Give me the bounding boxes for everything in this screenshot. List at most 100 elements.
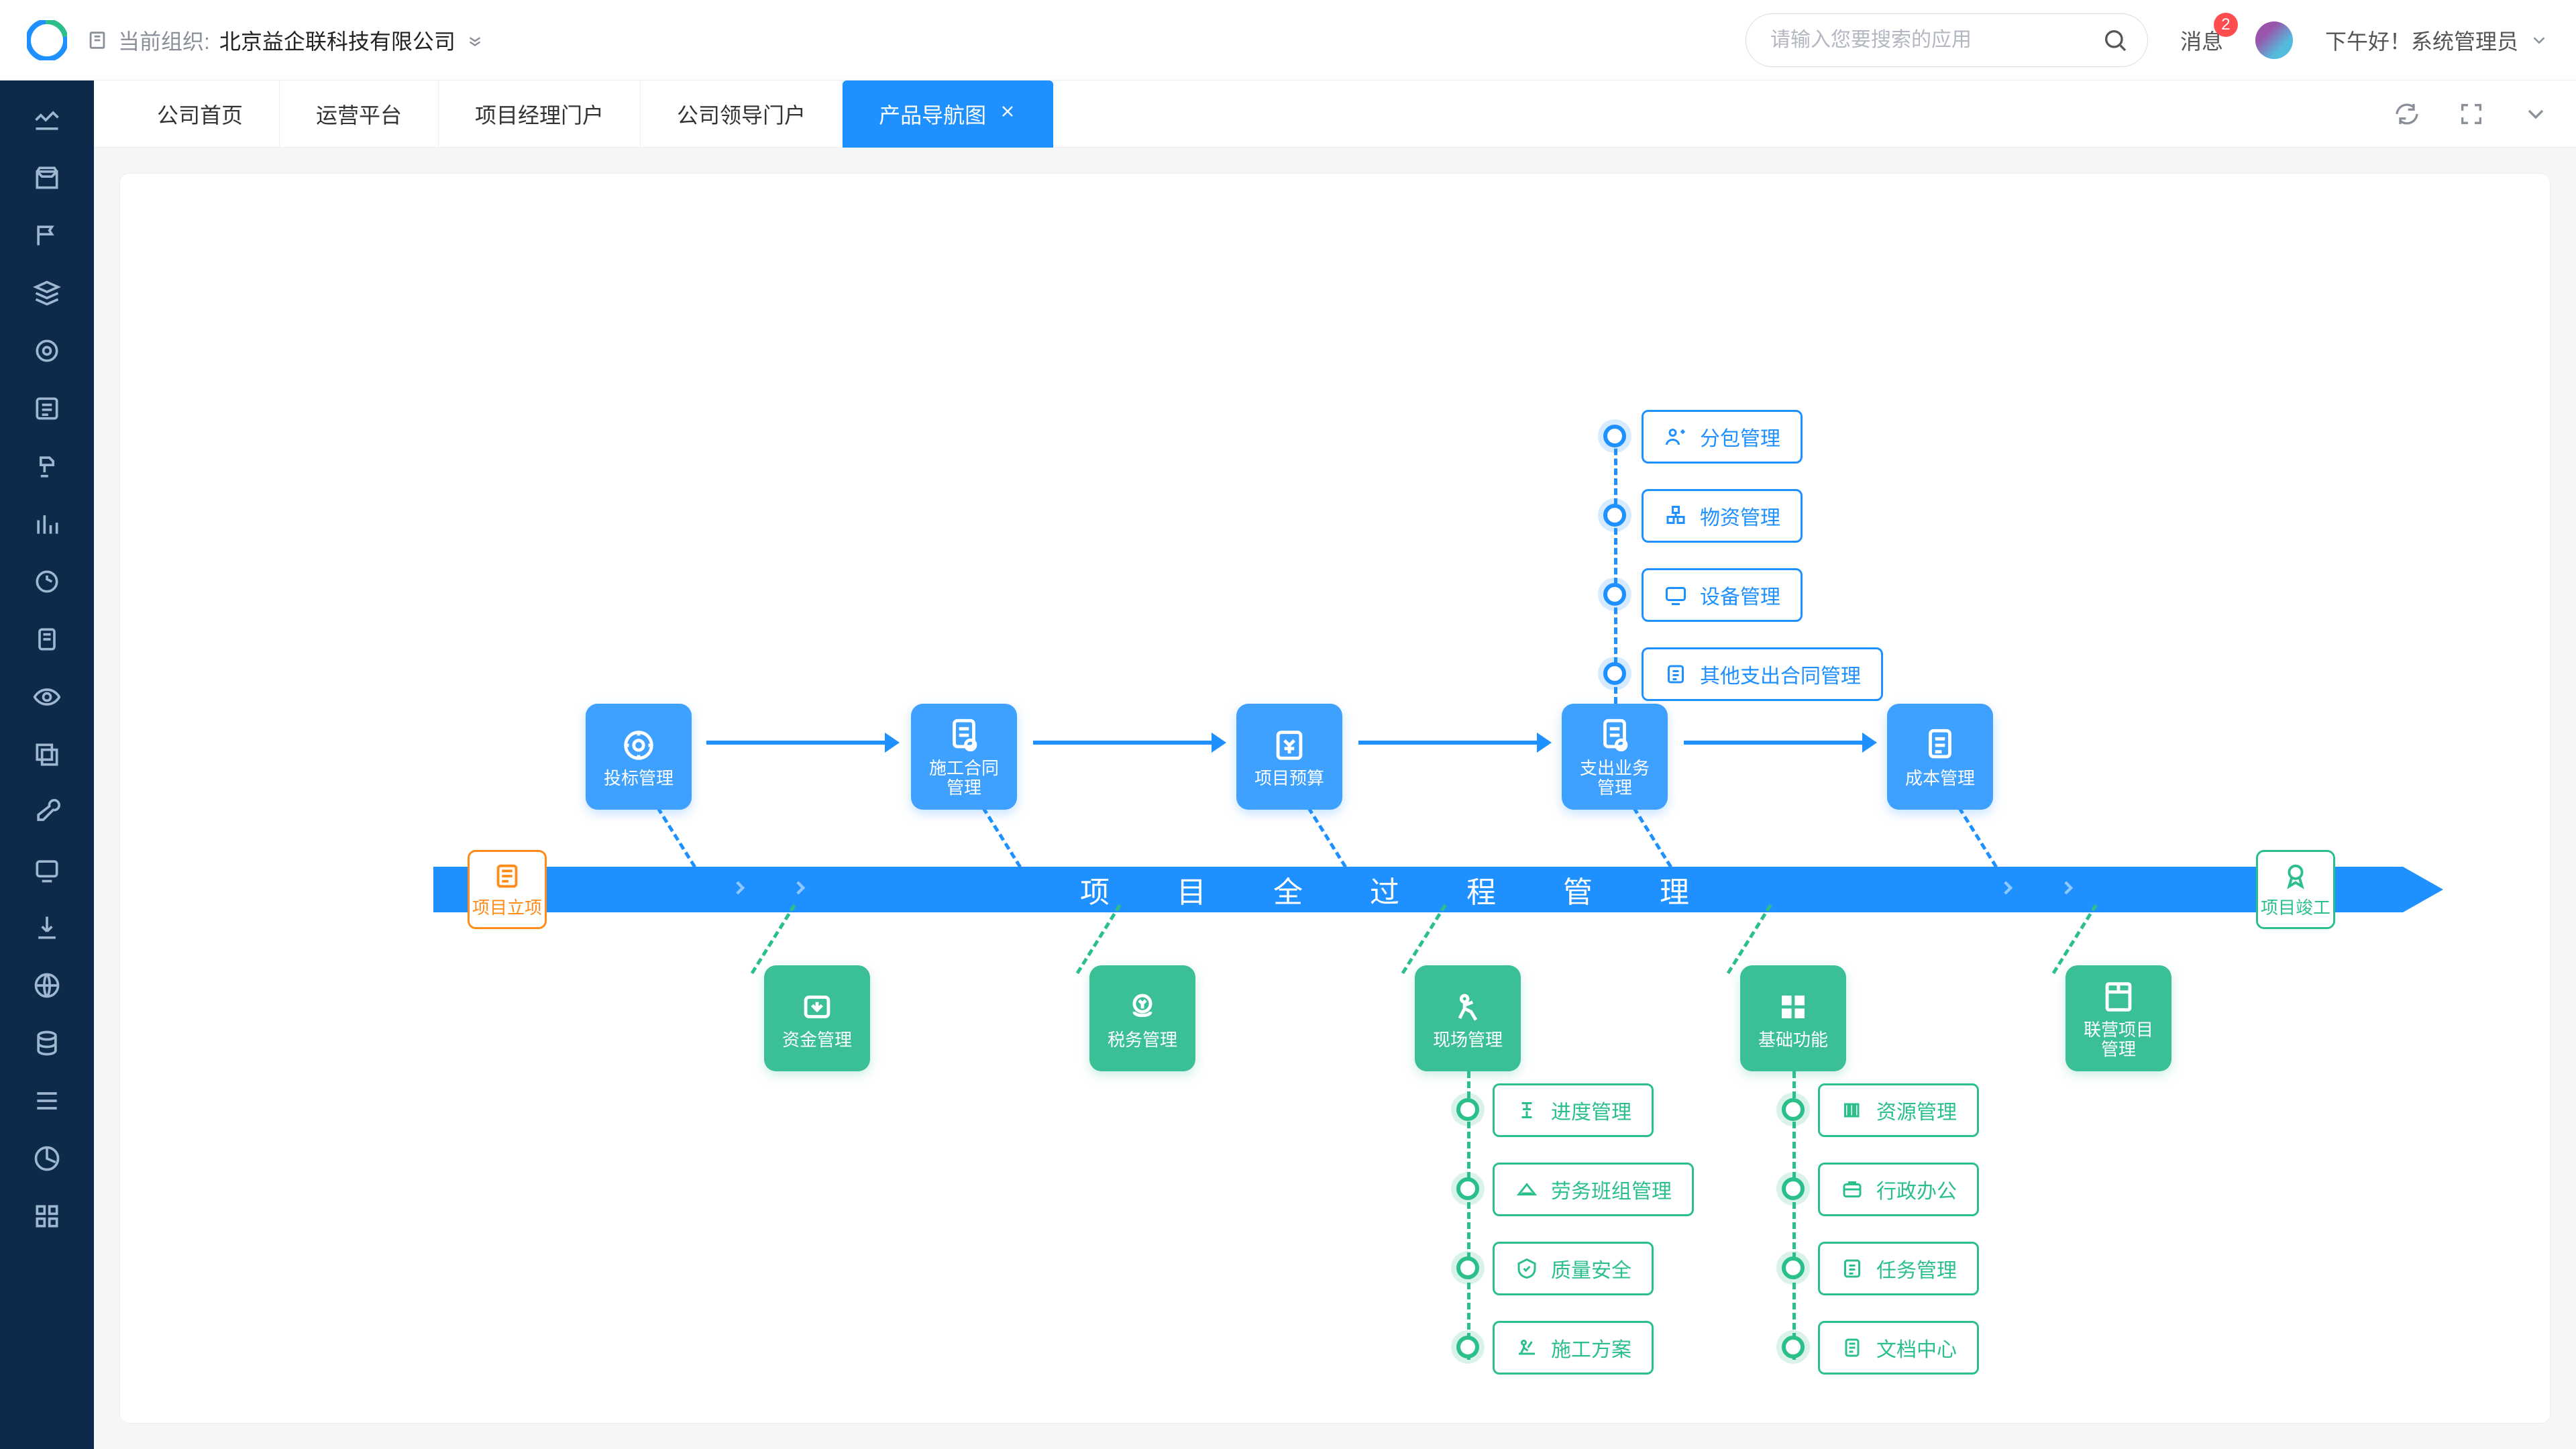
sidebar-item[interactable] [0,437,94,495]
tab-exec-portal[interactable]: 公司领导门户 [641,80,843,148]
flow-canvas: 项目全过程管理 项目立项 项目竣工 [119,173,2551,1424]
fullscreen-icon[interactable] [2458,101,2485,127]
sidebar-item[interactable] [0,784,94,841]
marker-end-label: 项目竣工 [2261,894,2330,919]
axis-label: 项目全过程管理 [1080,868,1756,911]
marker-start[interactable]: 项目立项 [467,850,547,937]
node-label: 成本管理 [1905,769,1975,788]
node-budget[interactable]: 项目预算 [1236,704,1342,810]
ring-icon [1782,1336,1805,1358]
org-picker[interactable]: 当前组织: 北京益企联科技有限公司 [86,25,485,56]
user-greeting[interactable]: 下午好！系统管理员 [2325,25,2549,56]
node-fund[interactable]: 资金管理 [764,965,870,1071]
pill-resource[interactable]: 资源管理 [1818,1083,1979,1137]
pill-label: 其他支出合同管理 [1700,659,1861,689]
left-sidebar [0,80,94,1449]
pill-task[interactable]: 任务管理 [1818,1242,1979,1295]
chevron-down-icon[interactable] [2522,101,2549,127]
tab-home[interactable]: 公司首页 [121,80,280,148]
sidebar-item[interactable] [0,1072,94,1130]
sidebar-item[interactable] [0,668,94,726]
tab-label: 运营平台 [316,99,402,129]
node-site[interactable]: 现场管理 [1415,965,1521,1071]
sidebar-item[interactable] [0,899,94,957]
pill-label: 资源管理 [1876,1095,1957,1125]
chevron-down-icon [2529,30,2549,50]
node-base[interactable]: 基础功能 [1740,965,1846,1071]
refresh-icon[interactable] [2394,101,2420,127]
ring-icon [1456,1256,1479,1279]
notifications[interactable]: 消息 2 [2180,25,2223,56]
tab-ops[interactable]: 运营平台 [280,80,439,148]
pill-equipment[interactable]: 设备管理 [1642,568,1803,622]
ring-icon [1603,425,1626,447]
marker-end[interactable]: 项目竣工 [2255,850,2336,937]
pill-subcontract[interactable]: 分包管理 [1642,410,1803,464]
canvas-container: 项目全过程管理 项目立项 项目竣工 [94,148,2576,1449]
sidebar-item[interactable] [0,207,94,264]
pill-plan[interactable]: 施工方案 [1493,1321,1654,1375]
pill-other-cost[interactable]: 其他支出合同管理 [1642,647,1883,701]
node-label: 项目预算 [1254,769,1324,788]
flow-arrow [1684,741,1865,745]
sidebar-item[interactable] [0,726,94,784]
pill-progress[interactable]: 进度管理 [1493,1083,1654,1137]
app-logo [27,20,67,60]
node-tax[interactable]: 税务管理 [1089,965,1195,1071]
node-label: 税务管理 [1108,1030,1177,1050]
node-joint[interactable]: 联营项目管理 [2065,965,2171,1071]
org-name: 北京益企联科技有限公司 [219,25,455,56]
sidebar-item[interactable] [0,610,94,668]
timeline-axis: 项目全过程管理 [433,867,2403,912]
sidebar-item[interactable] [0,841,94,899]
flow-arrow [706,741,888,745]
pill-label: 质量安全 [1551,1254,1631,1283]
tab-strip: 公司首页 运营平台 项目经理门户 公司领导门户 产品导航图 [94,80,2576,148]
sidebar-item[interactable] [0,322,94,380]
tab-pm-portal[interactable]: 项目经理门户 [439,80,641,148]
node-contract[interactable]: 施工合同管理 [911,704,1017,810]
tab-navmap[interactable]: 产品导航图 [843,80,1053,148]
close-icon[interactable] [998,101,1017,126]
sidebar-item[interactable] [0,149,94,207]
ring-icon [1603,583,1626,606]
ring-icon [1603,504,1626,527]
sidebar-item[interactable] [0,957,94,1014]
search-icon[interactable] [2102,27,2129,54]
ring-icon [1456,1098,1479,1121]
sidebar-item[interactable] [0,1187,94,1245]
ring-icon [1456,1336,1479,1358]
pill-docs[interactable]: 文档中心 [1818,1321,1979,1375]
sidebar-item[interactable] [0,495,94,553]
greeting-text: 下午好！系统管理员 [2325,25,2518,56]
pill-label: 进度管理 [1551,1095,1631,1125]
sidebar-item[interactable] [0,91,94,149]
node-spend[interactable]: 支出业务管理 [1562,704,1668,810]
sidebar-item[interactable] [0,380,94,437]
pill-labor[interactable]: 劳务班组管理 [1493,1163,1694,1216]
pill-materials[interactable]: 物资管理 [1642,489,1803,543]
top-header: 当前组织: 北京益企联科技有限公司 消息 2 下午好！系统管理员 [0,0,2576,80]
search-box[interactable] [1746,13,2148,67]
pill-label: 劳务班组管理 [1551,1175,1672,1204]
sidebar-item[interactable] [0,1130,94,1187]
sidebar-item[interactable] [0,1014,94,1072]
search-input[interactable] [1770,29,2102,52]
pill-label: 施工方案 [1551,1333,1631,1362]
pill-quality[interactable]: 质量安全 [1493,1242,1654,1295]
node-label: 联营项目管理 [2084,1020,2153,1059]
node-bid[interactable]: 投标管理 [586,704,692,810]
ring-icon [1782,1098,1805,1121]
tab-label: 公司首页 [157,99,243,129]
node-cost[interactable]: 成本管理 [1887,704,1993,810]
pill-label: 任务管理 [1876,1254,1957,1283]
notif-badge: 2 [2214,13,2238,37]
pill-office[interactable]: 行政办公 [1818,1163,1979,1216]
node-label: 施工合同管理 [929,759,999,797]
pill-label: 设备管理 [1700,580,1780,610]
node-label: 资金管理 [782,1030,852,1050]
sidebar-item[interactable] [0,264,94,322]
ring-icon [1603,662,1626,685]
sidebar-item[interactable] [0,553,94,610]
avatar[interactable] [2255,21,2293,59]
